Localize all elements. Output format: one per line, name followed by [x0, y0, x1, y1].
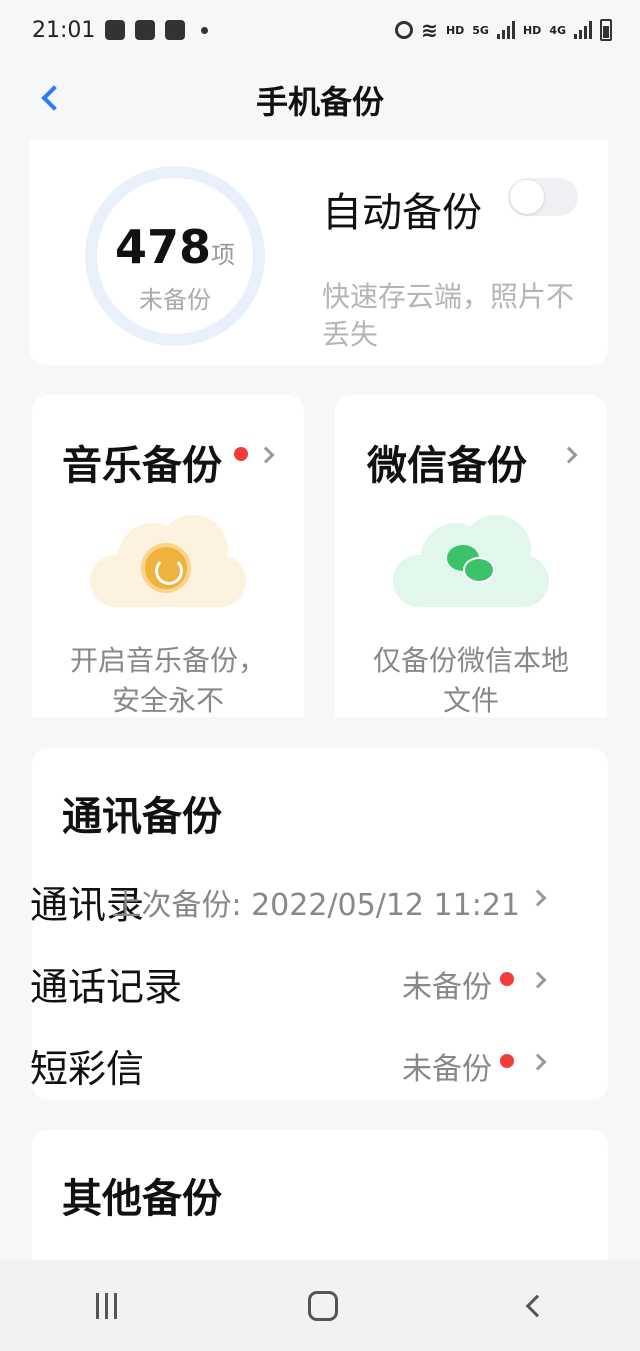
auto-backup-desc: 快速存云端，照片不丢失: [322, 280, 575, 351]
wechat-backup-card[interactable]: 微信备份 仅备份微信本地文件: [335, 395, 607, 717]
chevron-right-icon: [529, 1053, 547, 1071]
status-bar-right: ≋ HD 5G HD 4G: [395, 18, 612, 42]
chevron-right-icon: [529, 971, 547, 989]
back-button[interactable]: [30, 78, 70, 118]
wechat-backup-title: 微信备份: [367, 443, 527, 489]
battery-icon: [600, 19, 612, 41]
sms-alert-dot: [500, 1054, 514, 1068]
chevron-right-icon: [560, 446, 578, 464]
unbackedup-count-ring[interactable]: 478项 未备份: [85, 166, 265, 346]
auto-backup-toggle[interactable]: [508, 178, 578, 216]
app-notification-icon: [135, 20, 156, 40]
home-button[interactable]: [307, 1290, 338, 1321]
system-back-button[interactable]: [525, 1294, 548, 1317]
call-log-label: 通话记录: [30, 965, 183, 1009]
music-backup-title: 音乐备份: [62, 443, 222, 489]
sms-row[interactable]: 短彩信 未备份: [30, 1032, 550, 1092]
status-time: 21:01: [32, 17, 96, 43]
contacts-row[interactable]: 通讯录 上次备份: 2022/05/12 11:21: [30, 868, 550, 928]
status-bar-left: 21:01: [32, 17, 209, 43]
music-alert-dot: [234, 447, 248, 461]
wechat-icon: [447, 545, 499, 589]
call-log-row[interactable]: 通话记录 未备份: [30, 950, 550, 1010]
toggle-knob: [510, 180, 544, 214]
signal-icon-2: [574, 21, 592, 39]
count-label: 未备份: [139, 286, 211, 314]
signal-icon: [496, 21, 515, 39]
music-icon: [141, 543, 191, 593]
status-bar: 21:01 ≋ HD 5G HD 4G: [0, 0, 640, 60]
gallery-notification-icon: [105, 20, 126, 40]
back-chevron-icon: [41, 85, 67, 111]
alarm-icon: [395, 21, 414, 39]
5g-label: 5G: [472, 23, 489, 37]
wechat-backup-desc: 仅备份微信本地文件: [372, 644, 569, 717]
other-backup-title: 其他备份: [62, 1176, 222, 1222]
system-nav-bar: [0, 1260, 640, 1351]
other-backup-card: 其他备份: [32, 1130, 608, 1280]
music-backup-card[interactable]: 音乐备份 开启音乐备份，安全永不: [32, 395, 304, 717]
chevron-right-icon: [257, 446, 275, 464]
call-log-alert-dot: [500, 972, 514, 986]
hd-label-2: HD: [522, 23, 542, 37]
more-notifications-icon: [201, 26, 209, 34]
backup-summary-card: 478项 未备份 自动备份 快速存云端，照片不丢失: [30, 140, 608, 365]
app-notification-icon-2: [165, 20, 186, 40]
sms-label: 短彩信: [30, 1047, 145, 1091]
count-value: 478: [114, 220, 212, 274]
header: 手机备份: [0, 60, 640, 140]
count-unit: 项: [211, 241, 236, 269]
recents-button[interactable]: [95, 1292, 117, 1319]
wifi-icon: ≋: [421, 18, 438, 42]
unbackedup-count: 478项: [97, 220, 253, 274]
auto-backup-title: 自动备份: [322, 190, 482, 236]
call-log-status: 未备份: [402, 970, 492, 1005]
hd-label: HD: [445, 23, 465, 37]
contacts-last-backup: 上次备份: 2022/05/12 11:21: [111, 888, 520, 923]
comm-backup-title: 通讯备份: [62, 794, 222, 840]
chevron-right-icon: [529, 889, 547, 907]
music-backup-desc: 开启音乐备份，安全永不: [69, 644, 266, 717]
4g-label: 4G: [549, 23, 566, 37]
page-title: 手机备份: [255, 83, 384, 121]
sms-status: 未备份: [402, 1052, 492, 1087]
